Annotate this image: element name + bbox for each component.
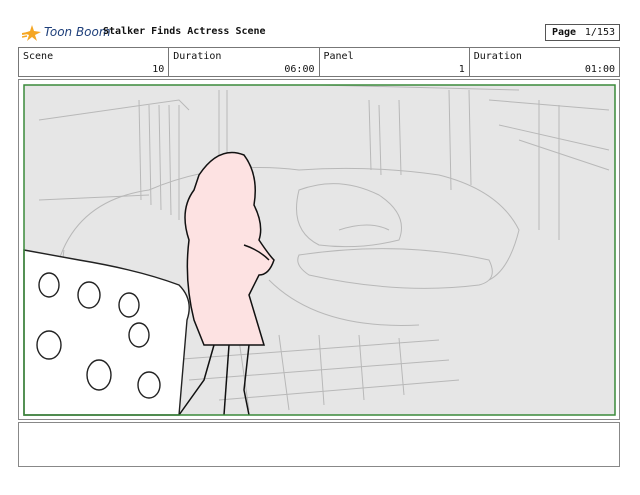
panel-sketch: [23, 84, 616, 416]
scene-cell: Scene 10: [19, 48, 170, 76]
page-value: 1/153: [584, 27, 615, 38]
star-icon: [22, 25, 41, 41]
panel-label: Panel: [323, 51, 354, 62]
logo-text: Toon Boom: [44, 25, 111, 39]
panel-value: 1: [458, 64, 465, 75]
scene-duration-label: Duration: [173, 51, 222, 62]
panel-duration-value: 01:00: [584, 64, 615, 75]
panel-duration-label: Duration: [473, 51, 522, 62]
scene-label: Scene: [23, 51, 54, 62]
scene-duration-value: 06:00: [284, 64, 315, 75]
scene-duration-cell: Duration 06:00: [169, 48, 320, 76]
storyboard-header: Toon Boom Stalker Finds Actress Scene Pa…: [18, 22, 620, 44]
panel-cell: Panel 1: [320, 48, 470, 76]
scene-value: 10: [152, 64, 165, 75]
toon-boom-logo: Toon Boom: [22, 24, 111, 42]
panel-duration-cell: Duration 01:00: [470, 48, 619, 76]
page-indicator: Page 1/153: [545, 24, 620, 41]
storyboard-panel: [18, 79, 620, 420]
info-row: Scene 10 Duration 06:00 Panel 1 Duration…: [18, 47, 620, 77]
notes-area[interactable]: [18, 422, 620, 467]
page-label: Page: [552, 27, 577, 38]
scene-title: Stalker Finds Actress Scene: [103, 26, 266, 37]
